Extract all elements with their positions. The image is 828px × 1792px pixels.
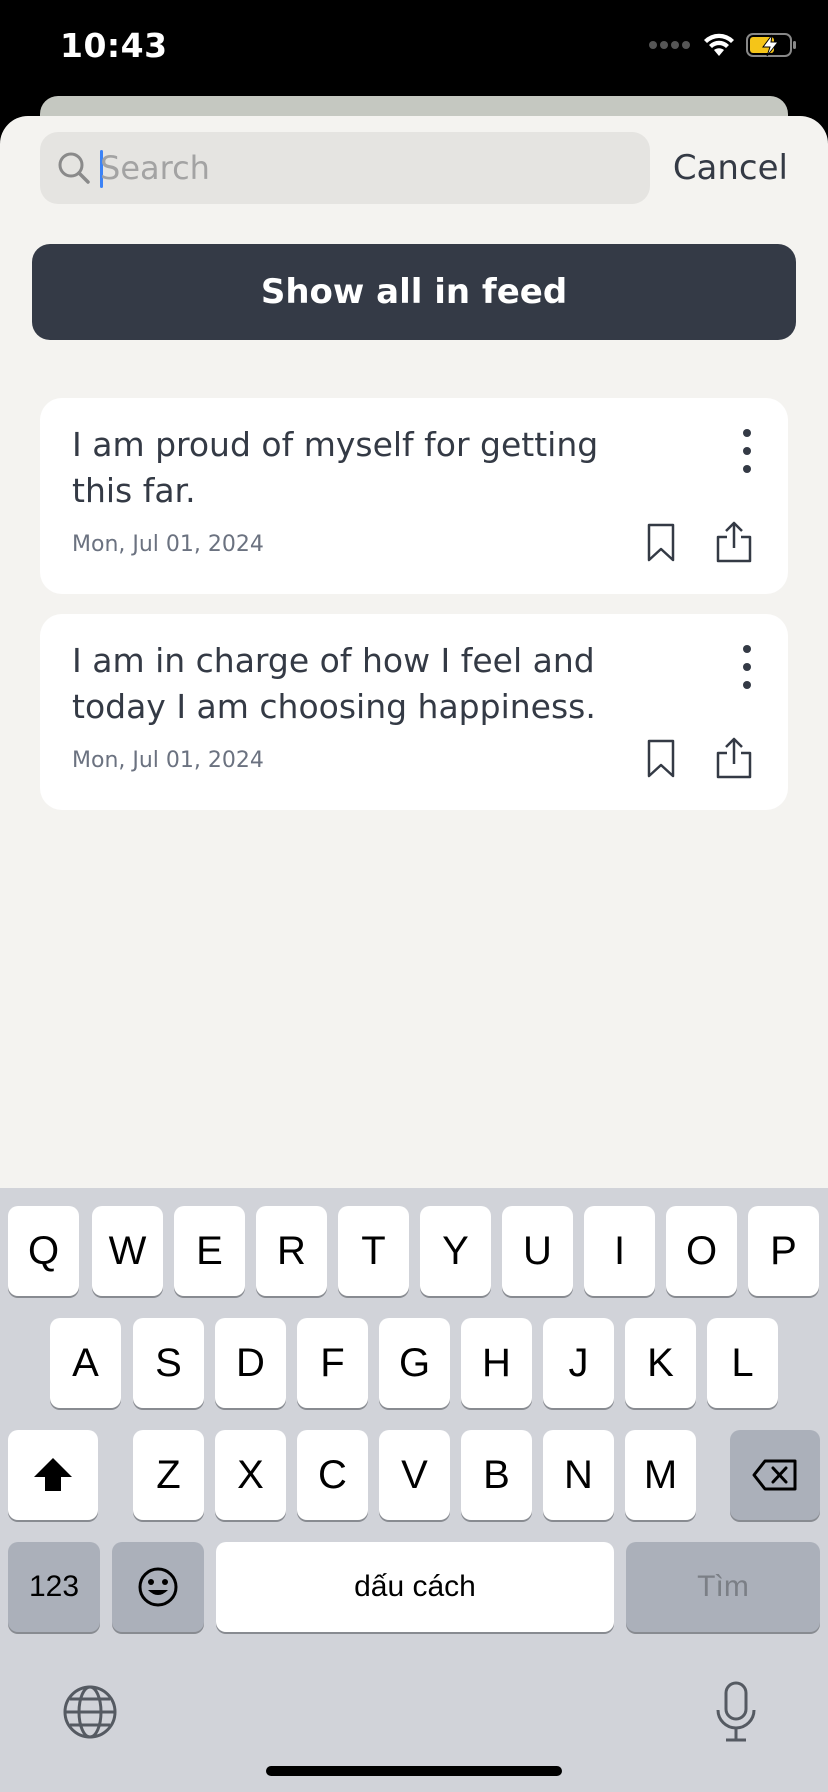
key-s[interactable]: S	[133, 1318, 204, 1408]
key-w[interactable]: W	[92, 1206, 163, 1296]
microphone-icon[interactable]	[714, 1680, 758, 1744]
shift-icon	[34, 1458, 72, 1491]
show-all-in-feed-button[interactable]: Show all in feed	[32, 244, 796, 340]
wifi-icon	[704, 33, 734, 56]
numbers-key[interactable]: 123	[8, 1542, 100, 1632]
key-p[interactable]: P	[748, 1206, 819, 1296]
space-key[interactable]: dấu cách	[216, 1542, 614, 1632]
key-h[interactable]: H	[461, 1318, 532, 1408]
status-time: 10:43	[60, 26, 168, 65]
cancel-button[interactable]: Cancel	[658, 132, 788, 204]
search-input[interactable]	[100, 132, 630, 204]
bookmark-icon[interactable]	[646, 738, 676, 780]
status-bar: 10:43	[0, 0, 828, 100]
search-bar: Cancel	[40, 132, 788, 204]
key-x[interactable]: X	[215, 1430, 286, 1520]
share-icon[interactable]	[714, 520, 754, 564]
more-vertical-icon[interactable]	[742, 644, 752, 690]
key-o[interactable]: O	[666, 1206, 737, 1296]
key-q[interactable]: Q	[8, 1206, 79, 1296]
key-g[interactable]: G	[379, 1318, 450, 1408]
key-t[interactable]: T	[338, 1206, 409, 1296]
home-indicator	[266, 1766, 562, 1776]
status-icons	[648, 32, 798, 58]
keyboard: Q W E R T Y U I O P A S D F G H J K L Z …	[0, 1188, 828, 1792]
key-b[interactable]: B	[461, 1430, 532, 1520]
search-go-key[interactable]: Tìm	[626, 1542, 820, 1632]
key-r[interactable]: R	[256, 1206, 327, 1296]
search-icon	[58, 152, 90, 184]
affirmation-date: Mon, Jul 01, 2024	[72, 748, 264, 773]
emoji-icon	[138, 1567, 178, 1607]
affirmation-card[interactable]: I am in charge of how I feel and today I…	[40, 614, 788, 810]
key-j[interactable]: J	[543, 1318, 614, 1408]
key-v[interactable]: V	[379, 1430, 450, 1520]
backspace-key[interactable]	[730, 1430, 820, 1520]
key-c[interactable]: C	[297, 1430, 368, 1520]
key-m[interactable]: M	[625, 1430, 696, 1520]
cellular-signal-icon	[649, 41, 690, 49]
key-l[interactable]: L	[707, 1318, 778, 1408]
share-icon[interactable]	[714, 736, 754, 780]
more-vertical-icon[interactable]	[742, 428, 752, 474]
globe-icon[interactable]	[62, 1684, 118, 1740]
key-e[interactable]: E	[174, 1206, 245, 1296]
battery-charging-icon	[746, 33, 796, 57]
search-field[interactable]	[40, 132, 650, 204]
key-y[interactable]: Y	[420, 1206, 491, 1296]
affirmation-card[interactable]: I am proud of myself for getting this fa…	[40, 398, 788, 594]
affirmation-text: I am proud of myself for getting this fa…	[72, 425, 599, 510]
affirmation-text: I am in charge of how I feel and today I…	[72, 641, 596, 726]
bookmark-icon[interactable]	[646, 522, 676, 564]
affirmation-date: Mon, Jul 01, 2024	[72, 532, 264, 557]
key-d[interactable]: D	[215, 1318, 286, 1408]
key-a[interactable]: A	[50, 1318, 121, 1408]
key-k[interactable]: K	[625, 1318, 696, 1408]
key-z[interactable]: Z	[133, 1430, 204, 1520]
key-u[interactable]: U	[502, 1206, 573, 1296]
key-f[interactable]: F	[297, 1318, 368, 1408]
shift-key[interactable]	[8, 1430, 98, 1520]
key-n[interactable]: N	[543, 1430, 614, 1520]
backspace-icon	[752, 1459, 797, 1491]
emoji-key[interactable]	[112, 1542, 204, 1632]
key-i[interactable]: I	[584, 1206, 655, 1296]
